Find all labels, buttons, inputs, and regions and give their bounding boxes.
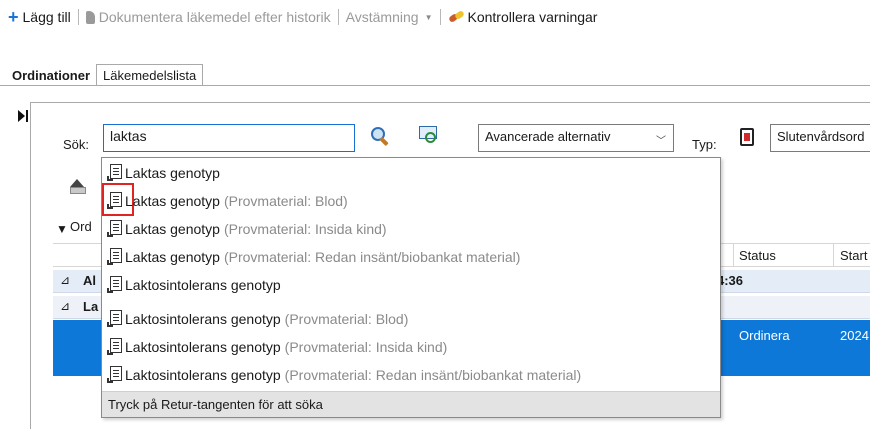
search-label: Sök: bbox=[63, 137, 90, 152]
item-name: Laktas genotyp bbox=[125, 165, 220, 181]
dropdown-footer-hint: Tryck på Retur-tangenten för att söka bbox=[102, 391, 720, 417]
expand-icon[interactable]: ⊿ bbox=[60, 299, 70, 313]
list-item[interactable]: Laktas genotyp (Provmaterial: Redan insä… bbox=[107, 243, 520, 271]
document-history-label: Dokumentera läkemedel efter historik bbox=[98, 9, 331, 25]
chevron-down-icon: ▼ bbox=[424, 12, 433, 22]
list-item[interactable]: Laktosintolerans genotyp (Provmaterial: … bbox=[107, 305, 408, 333]
item-name: Laktosintolerans genotyp bbox=[125, 311, 281, 327]
toolbar: + Lägg till Dokumentera läkemedel efter … bbox=[8, 6, 597, 28]
toolbar-separator bbox=[439, 9, 441, 25]
document-icon bbox=[107, 192, 123, 210]
upload-icon[interactable] bbox=[66, 176, 90, 196]
inpatient-type-icon bbox=[738, 128, 756, 148]
add-label: Lägg till bbox=[22, 9, 71, 25]
collapse-panel-icon[interactable] bbox=[18, 110, 28, 123]
document-icon bbox=[107, 248, 123, 266]
item-detail: (Provmaterial: Insida kind) bbox=[223, 221, 387, 237]
tab-bar: Ordinationer Läkemedelslista bbox=[10, 64, 204, 86]
list-item[interactable]: Laktas genotyp bbox=[107, 159, 224, 187]
chevron-down-icon: ﹀ bbox=[656, 136, 666, 147]
item-name: Laktas genotyp bbox=[125, 193, 220, 209]
list-item[interactable]: Laktas genotyp (Provmaterial: Insida kin… bbox=[107, 215, 387, 243]
group-row-label: La bbox=[83, 299, 99, 314]
type-label: Typ: bbox=[692, 137, 717, 152]
item-name: Laktosintolerans genotyp bbox=[125, 277, 281, 293]
plus-icon: + bbox=[8, 7, 19, 27]
toolbar-separator bbox=[337, 9, 339, 25]
item-name: Laktas genotyp bbox=[125, 249, 220, 265]
pill-warning-icon bbox=[447, 9, 465, 25]
column-separator bbox=[733, 244, 734, 266]
list-item[interactable]: Laktosintolerans genotyp bbox=[107, 271, 285, 299]
advanced-options-select[interactable]: Avancerade alternativ ﹀ bbox=[478, 124, 674, 152]
item-name: Laktas genotyp bbox=[125, 221, 220, 237]
document-icon bbox=[107, 276, 123, 294]
column-header-start[interactable]: Start bbox=[840, 248, 867, 263]
document-history-button[interactable]: Dokumentera läkemedel efter historik bbox=[85, 9, 331, 25]
check-warnings-label: Kontrollera varningar bbox=[467, 9, 598, 25]
item-name: Laktosintolerans genotyp bbox=[125, 339, 281, 355]
item-detail: (Provmaterial: Redan insänt/biobankat ma… bbox=[223, 249, 521, 265]
advanced-search-icon[interactable] bbox=[418, 125, 438, 145]
item-detail: (Provmaterial: Redan insänt/biobankat ma… bbox=[284, 367, 582, 383]
list-item[interactable]: Laktosintolerans genotyp (Provmaterial: … bbox=[107, 333, 447, 361]
toolbar-separator bbox=[77, 9, 79, 25]
group-header-label: Ord bbox=[70, 219, 92, 234]
tab-ordinationer[interactable]: Ordinationer bbox=[10, 65, 96, 86]
tab-lakemedelslista[interactable]: Läkemedelslista bbox=[96, 64, 204, 86]
document-icon bbox=[107, 338, 123, 356]
reconcile-label: Avstämning bbox=[345, 9, 419, 25]
item-name: Laktosintolerans genotyp bbox=[125, 367, 281, 383]
type-select[interactable]: Slutenvårdsord bbox=[770, 124, 870, 152]
expand-icon[interactable]: ⊿ bbox=[60, 273, 70, 287]
row-status: Ordinera bbox=[739, 328, 790, 343]
column-separator bbox=[833, 244, 834, 266]
search-icon[interactable] bbox=[370, 126, 390, 147]
list-item[interactable]: Laktas genotyp (Provmaterial: Blod) bbox=[107, 187, 348, 215]
item-detail: (Provmaterial: Blod) bbox=[223, 193, 348, 209]
document-icon bbox=[107, 366, 123, 384]
search-input[interactable]: laktas bbox=[103, 124, 355, 152]
document-icon bbox=[107, 164, 123, 182]
add-button[interactable]: + Lägg till bbox=[8, 7, 71, 27]
column-header-status[interactable]: Status bbox=[739, 248, 776, 263]
document-icon bbox=[107, 220, 123, 238]
reconcile-dropdown[interactable]: Avstämning ▼ bbox=[346, 9, 433, 25]
document-icon bbox=[107, 310, 123, 328]
list-item[interactable]: Laktosintolerans genotyp (Provmaterial: … bbox=[107, 361, 581, 389]
document-icon bbox=[85, 10, 95, 24]
advanced-options-value: Avancerade alternativ bbox=[485, 129, 611, 144]
row-start: 2024 bbox=[840, 328, 869, 343]
group-row-label: Al bbox=[83, 273, 96, 288]
item-detail: (Provmaterial: Blod) bbox=[284, 311, 409, 327]
group-collapse-icon[interactable]: ▼ bbox=[56, 222, 68, 236]
tab-divider bbox=[0, 85, 870, 86]
item-detail: (Provmaterial: Insida kind) bbox=[284, 339, 448, 355]
check-warnings-button[interactable]: Kontrollera varningar bbox=[447, 9, 598, 25]
autocomplete-dropdown: Laktas genotyp Laktas genotyp (Provmater… bbox=[101, 157, 721, 418]
